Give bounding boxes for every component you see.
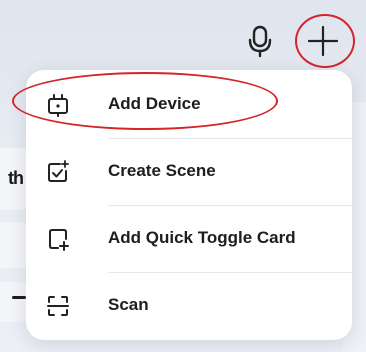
quick-toggle-card-icon bbox=[46, 227, 70, 251]
background-fragment-text: th bbox=[8, 168, 24, 188]
menu-item-scan[interactable]: Scan bbox=[26, 273, 352, 339]
create-scene-icon bbox=[46, 160, 70, 184]
annotation-circle-add-device bbox=[12, 72, 278, 130]
menu-item-label: Create Scene bbox=[108, 161, 216, 180]
menu-item-label: Scan bbox=[108, 295, 149, 314]
microphone-icon[interactable] bbox=[246, 24, 274, 58]
annotation-circle-plus bbox=[295, 14, 355, 68]
menu-item-create-scene[interactable]: Create Scene bbox=[26, 139, 352, 205]
menu-item-add-quick-toggle-card[interactable]: Add Quick Toggle Card bbox=[26, 206, 352, 272]
background-fragment-dash bbox=[12, 296, 26, 299]
scan-icon bbox=[46, 294, 70, 318]
menu-item-label: Add Quick Toggle Card bbox=[108, 228, 296, 247]
